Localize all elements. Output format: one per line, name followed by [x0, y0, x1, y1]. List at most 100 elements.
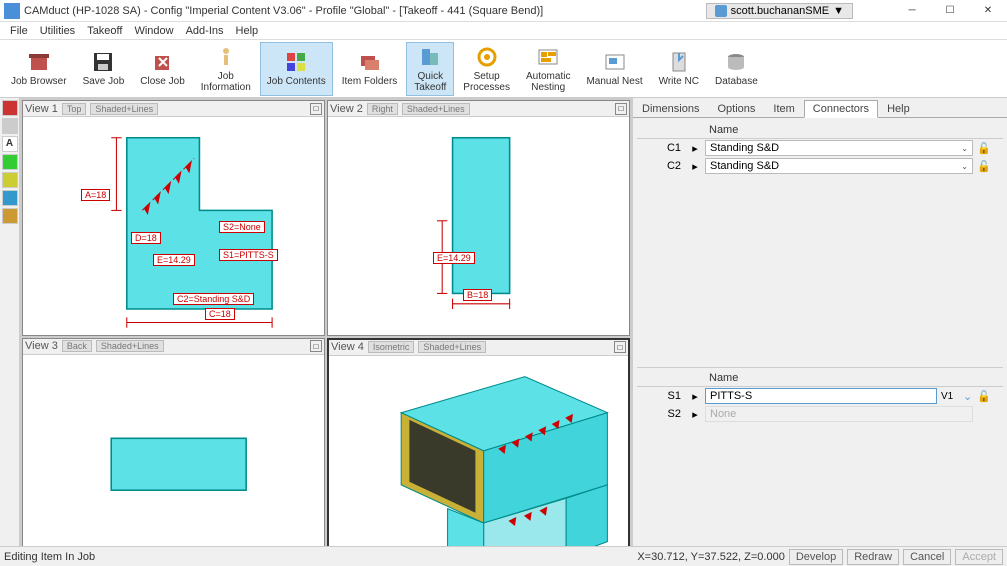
user-dropdown[interactable]: scott.buchananSME ▼: [706, 3, 853, 19]
seam-s2-expand[interactable]: ▸: [685, 407, 705, 422]
menu-window[interactable]: Window: [128, 23, 179, 39]
viewport-3[interactable]: View 3 Back Shaded+Lines □: [22, 338, 325, 546]
conn-c1-select[interactable]: Standing S&D ⌄: [705, 140, 973, 156]
lock-icon[interactable]: 🔓: [977, 161, 991, 173]
seam-s1-label: S1: [637, 389, 685, 403]
user-name: scott.buchananSME: [731, 5, 829, 17]
main-area: A View 1 Top Shaded+Lines □: [0, 98, 1007, 546]
viewport-4-canvas[interactable]: [329, 356, 628, 546]
tool-setup-processes[interactable]: Setup Processes: [456, 42, 517, 96]
viewport-2[interactable]: View 2 Right Shaded+Lines □ E=14.29 B=18: [327, 100, 630, 336]
left-tool-4[interactable]: [2, 172, 18, 188]
viewport-2-canvas[interactable]: E=14.29 B=18: [328, 117, 629, 335]
left-tool-1[interactable]: [2, 100, 18, 116]
left-tool-6[interactable]: [2, 208, 18, 224]
viewport-3-canvas[interactable]: [23, 355, 324, 546]
lock-icon[interactable]: 🔓: [977, 391, 991, 403]
lock-icon[interactable]: 🔓: [977, 143, 991, 155]
left-tool-3[interactable]: [2, 154, 18, 170]
right-panel-tabs: Dimensions Options Item Connectors Help: [633, 98, 1007, 118]
tool-job-info[interactable]: Job Information: [194, 42, 258, 96]
write-nc-icon: [667, 50, 691, 74]
view4-mode2[interactable]: Shaded+Lines: [418, 341, 486, 353]
viewport-4[interactable]: View 4 Isometric Shaded+Lines □: [327, 338, 630, 546]
seam-s1-expand[interactable]: ▸: [685, 389, 705, 404]
tab-connectors[interactable]: Connectors: [804, 100, 878, 118]
tool-save-job[interactable]: Save Job: [76, 42, 132, 96]
seam-s1-suffix: V1: [937, 390, 959, 403]
close-button[interactable]: ✕: [969, 0, 1007, 22]
tool-quick-takeoff[interactable]: Quick Takeoff: [406, 42, 454, 96]
tool-job-browser[interactable]: Job Browser: [4, 42, 74, 96]
folders-icon: [358, 50, 382, 74]
tab-help[interactable]: Help: [878, 100, 919, 117]
menu-help[interactable]: Help: [230, 23, 265, 39]
window-title: CAMduct (HP-1028 SA) - Config "Imperial …: [24, 5, 706, 17]
nesting-icon: [536, 45, 560, 69]
viewport-3-header: View 3 Back Shaded+Lines □: [23, 339, 324, 355]
status-accept[interactable]: Accept: [955, 549, 1003, 565]
tab-dimensions[interactable]: Dimensions: [633, 100, 708, 117]
viewport-2-header: View 2 Right Shaded+Lines □: [328, 101, 629, 117]
view1-mode1[interactable]: Top: [62, 103, 87, 115]
status-coords: X=30.712, Y=37.522, Z=0.000: [637, 551, 785, 563]
view3-mode2[interactable]: Shaded+Lines: [96, 340, 164, 352]
title-bar: CAMduct (HP-1028 SA) - Config "Imperial …: [0, 0, 1007, 22]
left-tool-2[interactable]: [2, 118, 18, 134]
view2-mode2[interactable]: Shaded+Lines: [402, 103, 470, 115]
view3-drawing: [23, 355, 324, 546]
view2-drawing: [328, 117, 629, 335]
status-redraw[interactable]: Redraw: [847, 549, 899, 565]
tool-close-job[interactable]: Close Job: [133, 42, 191, 96]
connectors-table: Name C1 ▸ Standing S&D ⌄ 🔓 C2 ▸ S: [637, 122, 1003, 175]
left-toolbar: A: [0, 98, 20, 546]
dim-s2: S2=None: [219, 221, 265, 233]
connector-row-c2: C2 ▸ Standing S&D ⌄ 🔓: [637, 157, 1003, 175]
left-tool-text[interactable]: A: [2, 136, 18, 152]
view1-mode2[interactable]: Shaded+Lines: [90, 103, 158, 115]
manual-nest-icon: [603, 50, 627, 74]
conn-c2-label: C2: [637, 159, 685, 173]
tab-options[interactable]: Options: [708, 100, 764, 117]
takeoff-icon: [418, 45, 442, 69]
left-tool-5[interactable]: [2, 190, 18, 206]
menu-file[interactable]: File: [4, 23, 34, 39]
tool-database[interactable]: Database: [708, 42, 765, 96]
chevron-down-icon: ⌄: [961, 162, 968, 171]
tool-auto-nesting[interactable]: Automatic Nesting: [519, 42, 577, 96]
view2-mode1[interactable]: Right: [367, 103, 398, 115]
seam-header-name: Name: [705, 370, 973, 386]
conn-c1-expand[interactable]: ▸: [685, 141, 705, 156]
viewport-4-header: View 4 Isometric Shaded+Lines □: [329, 340, 628, 356]
viewport-3-maximize[interactable]: □: [310, 340, 322, 352]
menu-takeoff[interactable]: Takeoff: [81, 23, 128, 39]
seam-s1-input[interactable]: [705, 388, 937, 404]
seam-s1-dropdown[interactable]: ⌄: [959, 389, 973, 404]
menu-addins[interactable]: Add-Ins: [180, 23, 230, 39]
tool-job-contents[interactable]: Job Contents: [260, 42, 333, 96]
dim-s1: S1=PITTS-S: [219, 249, 278, 261]
seam-s2-value[interactable]: None: [705, 406, 973, 422]
status-develop[interactable]: Develop: [789, 549, 843, 565]
dim-d: D=18: [131, 232, 161, 244]
status-cancel[interactable]: Cancel: [903, 549, 951, 565]
viewport-4-maximize[interactable]: □: [614, 341, 626, 353]
viewport-1-canvas[interactable]: A=18 D=18 E=14.29 S2=None S1=PITTS-S C2=…: [23, 117, 324, 335]
maximize-button[interactable]: ☐: [931, 0, 969, 22]
conn-c2-expand[interactable]: ▸: [685, 159, 705, 174]
tool-manual-nest[interactable]: Manual Nest: [579, 42, 649, 96]
viewport-1[interactable]: View 1 Top Shaded+Lines □ A=18: [22, 100, 325, 336]
menu-utilities[interactable]: Utilities: [34, 23, 81, 39]
viewport-1-maximize[interactable]: □: [310, 103, 322, 115]
tab-item[interactable]: Item: [764, 100, 803, 117]
view3-mode1[interactable]: Back: [62, 340, 92, 352]
minimize-button[interactable]: ─: [893, 0, 931, 22]
viewport-2-maximize[interactable]: □: [615, 103, 627, 115]
conn-c2-select[interactable]: Standing S&D ⌄: [705, 158, 973, 174]
tool-write-nc[interactable]: Write NC: [652, 42, 706, 96]
view4-mode1[interactable]: Isometric: [368, 341, 415, 353]
chevron-down-icon: ▼: [833, 5, 844, 17]
user-icon: [715, 5, 727, 17]
tool-item-folders[interactable]: Item Folders: [335, 42, 405, 96]
conn-header-name: Name: [705, 122, 973, 138]
